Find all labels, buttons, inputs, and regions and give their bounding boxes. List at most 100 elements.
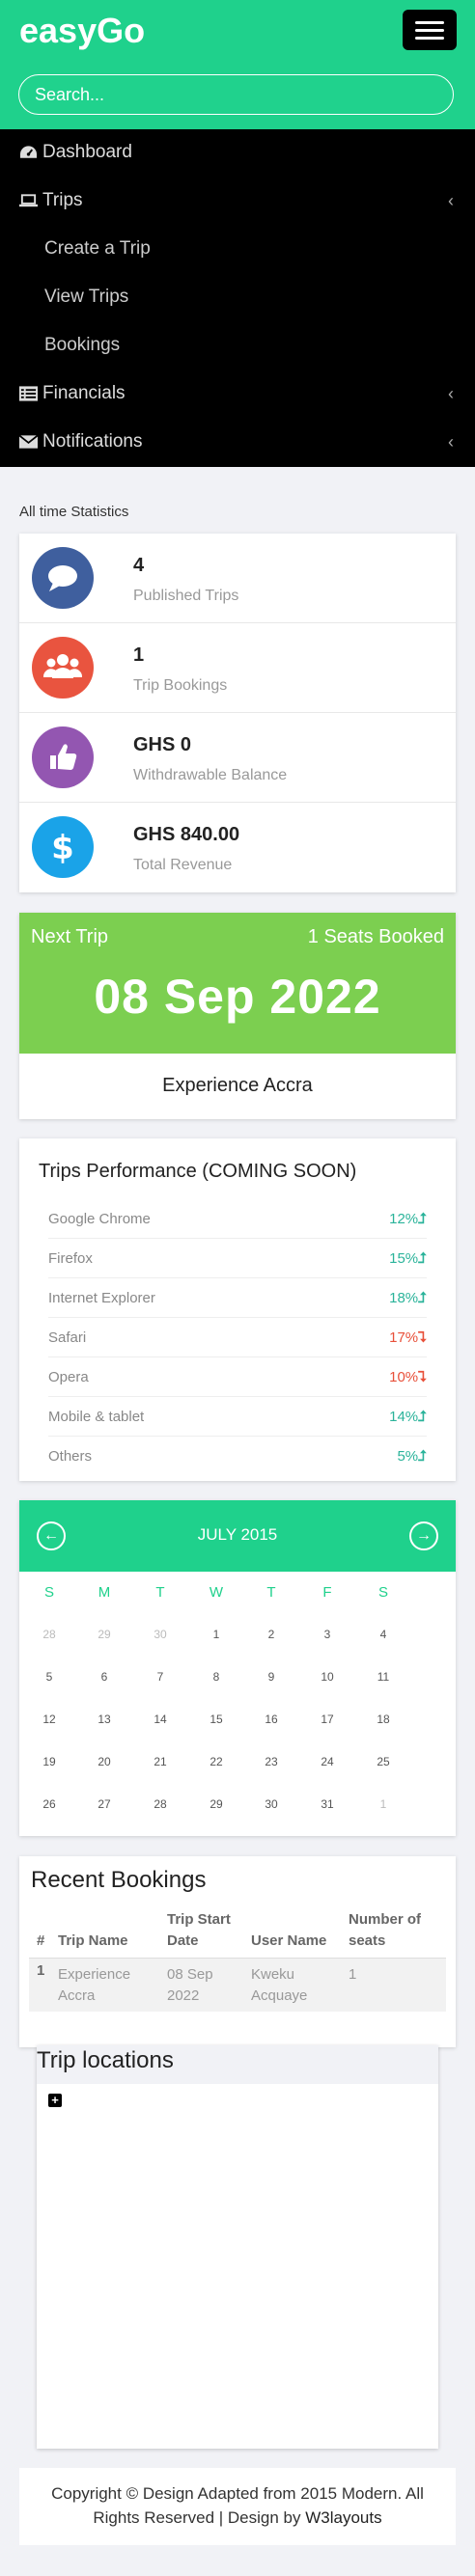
calendar-day[interactable]: 6 [85, 1670, 124, 1684]
calendar-day[interactable]: 1 [197, 1628, 236, 1641]
row-seats: 1 [349, 1966, 357, 1983]
calendar-day[interactable]: 19 [30, 1755, 69, 1768]
stat-value: 1 [133, 644, 145, 666]
calendar-weekday: F [322, 1584, 332, 1601]
nav-item-notifications[interactable]: Notifications ‹ [0, 419, 475, 467]
performance-row: Others 5%⮥ [48, 1437, 427, 1476]
calendar-day[interactable]: 17 [308, 1713, 347, 1726]
calendar-day[interactable]: 4 [364, 1628, 403, 1641]
performance-title: Trips Performance (COMING SOON) [39, 1161, 357, 1182]
performance-value: 5%⮥ [397, 1448, 427, 1465]
chevron-left-icon: ‹ [448, 432, 454, 452]
calendar-day[interactable]: 28 [30, 1628, 69, 1641]
sidebar-nav: Dashboard Trips ‹ Create a Trip View Tri… [0, 129, 475, 467]
trend-up-icon: ⮥ [418, 1448, 427, 1465]
calendar-day[interactable]: 11 [364, 1670, 403, 1684]
calendar-day[interactable]: 30 [252, 1797, 291, 1811]
laptop-icon [19, 194, 38, 207]
dollar-icon: $ [51, 829, 74, 867]
calendar-day[interactable]: 16 [252, 1713, 291, 1726]
calendar-day[interactable]: 9 [252, 1670, 291, 1684]
calendar-day[interactable]: 12 [30, 1713, 69, 1726]
performance-row: Opera 10%⮧ [48, 1357, 427, 1397]
calendar-day[interactable]: 5 [30, 1670, 69, 1684]
calendar-day[interactable]: 2 [252, 1628, 291, 1641]
next-trip-date: 08 Sep 2022 [94, 970, 381, 1024]
table-header: User Name [251, 1932, 327, 1949]
calendar-day[interactable]: 22 [197, 1755, 236, 1768]
stat-row-withdrawable-balance: GHS 0 Withdrawable Balance [19, 713, 456, 803]
calendar-weekday: T [155, 1584, 165, 1601]
calendar-day[interactable]: 24 [308, 1755, 347, 1768]
next-trip-heading: Next Trip [31, 926, 109, 947]
nav-sub-view-trips[interactable]: View Trips [44, 287, 128, 308]
next-trip-name[interactable]: Experience Accra [19, 1075, 456, 1097]
trip-locations-title: Trip locations [37, 2045, 438, 2084]
calendar-day[interactable]: 18 [364, 1713, 403, 1726]
table-row[interactable]: 1 Experience Accra 08 Sep 2022 Kweku Acq… [29, 1958, 446, 2012]
calendar-day[interactable]: 15 [197, 1713, 236, 1726]
stat-label: Total Revenue [133, 857, 233, 873]
stats-title: All time Statistics [19, 504, 129, 520]
stat-label: Trip Bookings [133, 677, 228, 694]
recent-bookings-title: Recent Bookings [31, 1867, 207, 1893]
svg-text:$: $ [51, 829, 74, 867]
performance-value: 15%⮥ [389, 1250, 427, 1267]
calendar-day[interactable]: 20 [85, 1755, 124, 1768]
zoom-in-icon[interactable]: + [48, 2094, 62, 2107]
chat-icon [48, 565, 77, 591]
table-header: Trip Name [58, 1932, 128, 1949]
calendar-day[interactable]: 25 [364, 1755, 403, 1768]
calendar-weekday: S [43, 1584, 54, 1601]
calendar-day[interactable]: 1 [364, 1797, 403, 1811]
calendar-day[interactable]: 7 [141, 1670, 180, 1684]
performance-value: 14%⮥ [389, 1409, 427, 1425]
dashboard-icon [19, 146, 38, 158]
next-trip-card: Next Trip 1 Seats Booked 08 Sep 2022 Exp… [19, 913, 456, 1119]
nav-sub-create-trip[interactable]: Create a Trip [44, 238, 151, 260]
performance-row: Google Chrome 12%⮥ [48, 1199, 427, 1239]
w3layouts-link[interactable]: W3layouts [305, 2508, 381, 2527]
calendar-day[interactable]: 8 [197, 1670, 236, 1684]
thumbs-up-icon [50, 744, 77, 770]
trend-up-icon: ⮥ [418, 1250, 427, 1267]
calendar-day[interactable]: 10 [308, 1670, 347, 1684]
nav-label: Dashboard [42, 142, 132, 162]
search-input[interactable] [18, 74, 454, 115]
calendar-day[interactable]: 14 [141, 1713, 180, 1726]
calendar-day[interactable]: 30 [141, 1628, 180, 1641]
calendar-day[interactable]: 13 [85, 1713, 124, 1726]
performance-name: Firefox [48, 1250, 93, 1267]
logo[interactable]: easyGo [19, 10, 145, 52]
nav-item-dashboard[interactable]: Dashboard [0, 129, 475, 178]
nav-item-trips[interactable]: Trips ‹ [0, 178, 475, 226]
calendar-day[interactable]: 23 [252, 1755, 291, 1768]
footer-line2: Rights Reserved | Design by W3layouts [93, 2508, 382, 2527]
calendar-day[interactable]: 21 [141, 1755, 180, 1768]
footer: Copyright © Design Adapted from 2015 Mod… [19, 2468, 456, 2545]
calendar-day[interactable]: 3 [308, 1628, 347, 1641]
nav-sub-bookings[interactable]: Bookings [44, 335, 120, 356]
performance-name: Mobile & tablet [48, 1409, 145, 1425]
nav-item-financials[interactable]: Financials ‹ [0, 370, 475, 419]
stat-icon-circle [32, 547, 94, 609]
performance-value: 17%⮧ [389, 1329, 427, 1346]
envelope-icon [19, 434, 38, 449]
row-user-name: Kweku Acquaye [251, 1966, 308, 2004]
nav-label: Financials [42, 383, 126, 403]
calendar-day[interactable]: 31 [308, 1797, 347, 1811]
calendar-day[interactable]: 26 [30, 1797, 69, 1811]
calendar-day[interactable]: 29 [85, 1628, 124, 1641]
trend-up-icon: ⮥ [418, 1409, 427, 1425]
menu-toggle-button[interactable] [403, 10, 457, 50]
trend-up-icon: ⮥ [418, 1211, 427, 1227]
calendar-day[interactable]: 28 [141, 1797, 180, 1811]
calendar-day[interactable]: 27 [85, 1797, 124, 1811]
next-month-button[interactable]: → [409, 1521, 438, 1550]
arrow-right-icon: → [416, 1527, 432, 1544]
nav-label: Notifications [42, 431, 143, 452]
performance-name: Internet Explorer [48, 1290, 155, 1306]
calendar-day[interactable]: 29 [197, 1797, 236, 1811]
row-start-date: 08 Sep 2022 [167, 1966, 213, 2004]
performance-value: 18%⮥ [389, 1290, 427, 1306]
